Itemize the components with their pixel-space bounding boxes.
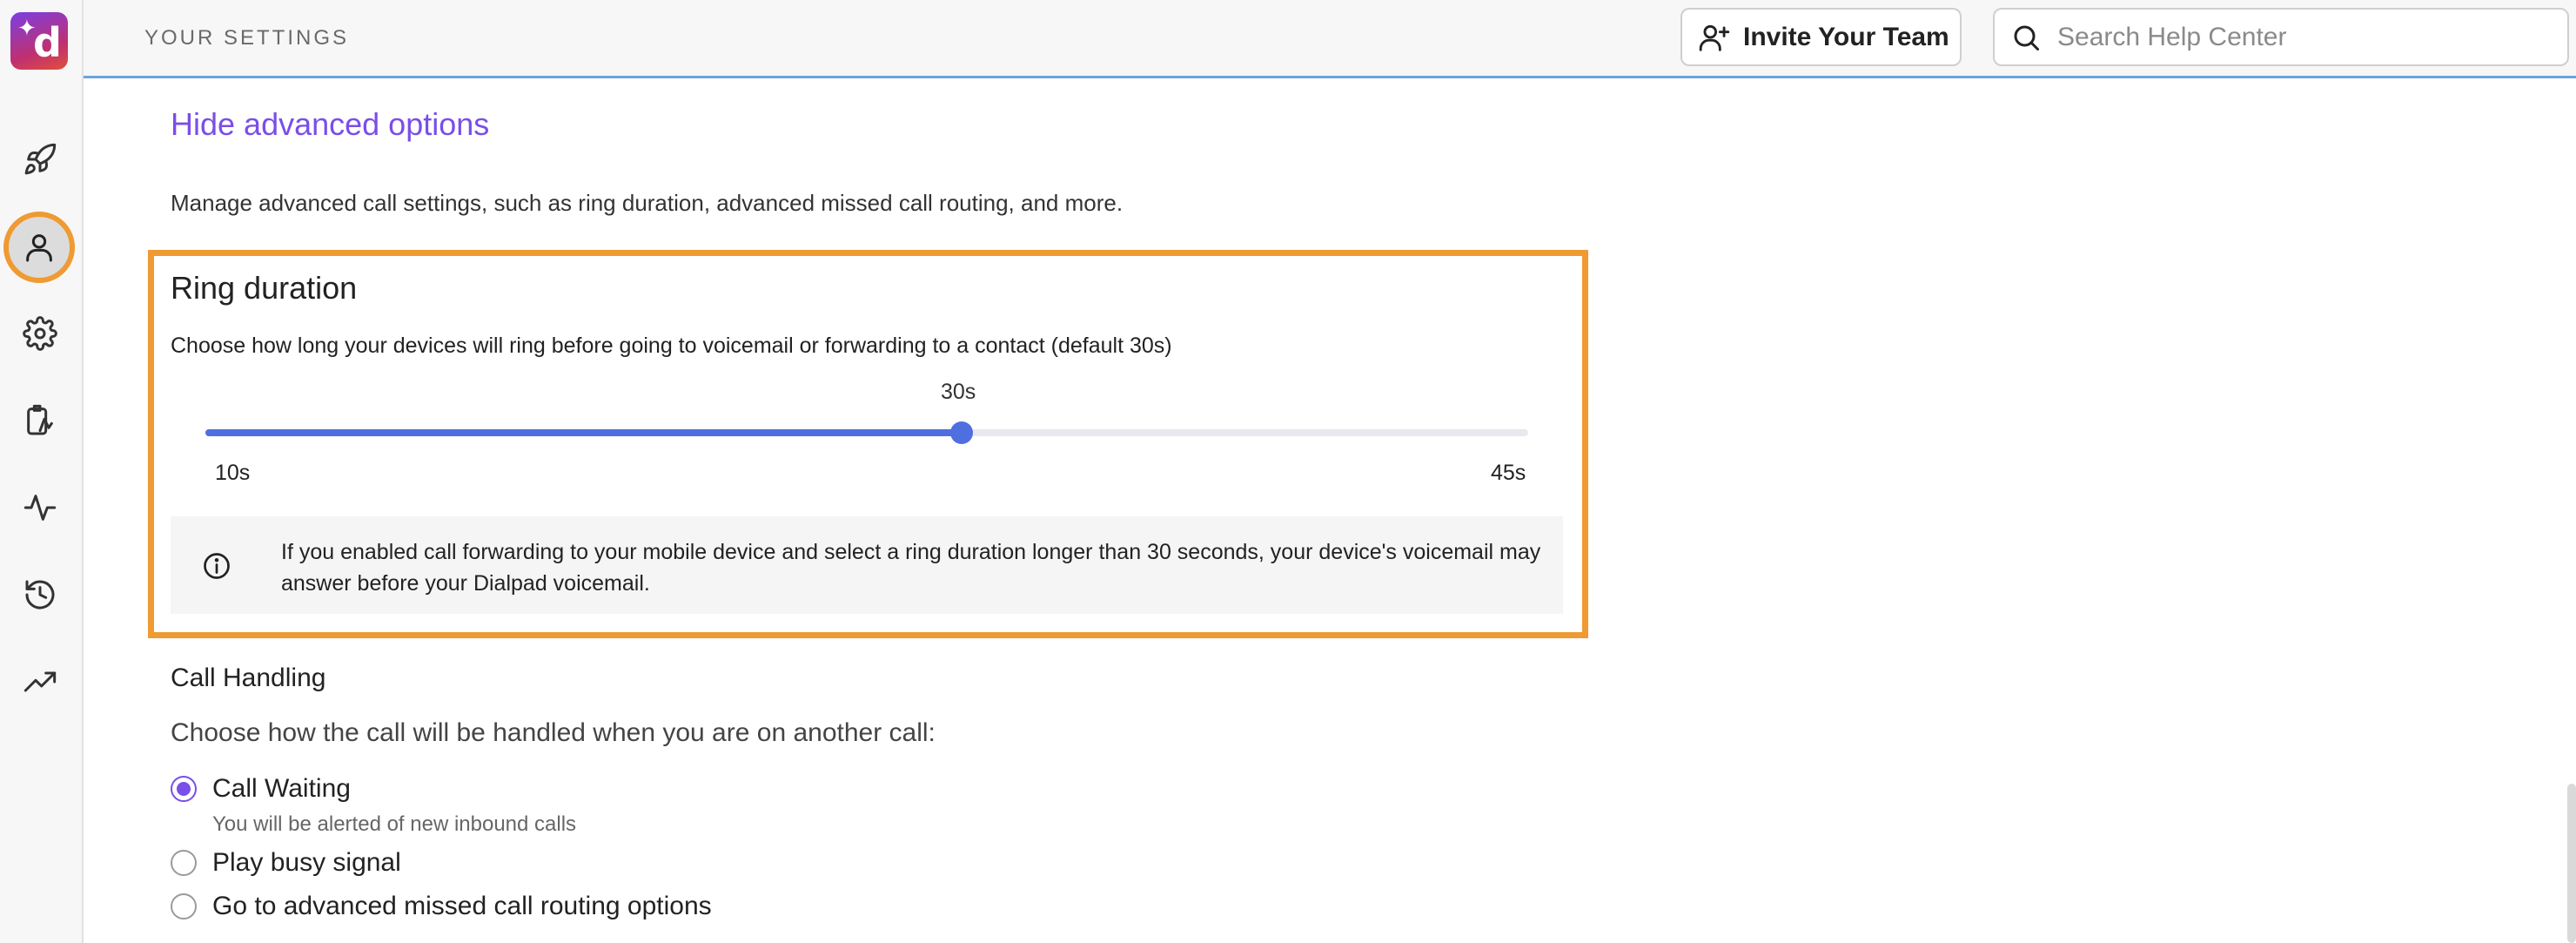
advanced-options-description: Manage advanced call settings, such as r… (171, 190, 1124, 216)
call-handling-description: Choose how the call will be handled when… (171, 718, 936, 747)
slider-max-label: 45s (1491, 461, 1526, 485)
invite-team-label: Invite Your Team (1743, 22, 1949, 51)
sidebar: ✦ d (0, 0, 84, 943)
advanced-missed-call-routing-radio[interactable] (171, 893, 197, 919)
dialpad-logo-icon[interactable]: ✦ d (10, 12, 68, 70)
clipboard-icon[interactable] (17, 398, 63, 443)
history-icon[interactable] (17, 572, 63, 617)
play-busy-signal-label[interactable]: Play busy signal (212, 848, 401, 878)
slider-min-label: 10s (215, 461, 251, 485)
hide-advanced-options-link[interactable]: Hide advanced options (171, 106, 489, 143)
user-icon[interactable] (3, 212, 75, 283)
header-bar: YOUR SETTINGS Invite Your Team (84, 0, 2576, 78)
play-busy-signal-radio[interactable] (171, 850, 197, 876)
ring-duration-slider[interactable] (205, 421, 1528, 444)
scrollbar[interactable] (2567, 784, 2576, 943)
call-waiting-label[interactable]: Call Waiting (212, 774, 351, 804)
ring-duration-notice: If you enabled call forwarding to your m… (171, 516, 1563, 614)
ring-duration-title: Ring duration (171, 270, 358, 306)
search-input[interactable] (2057, 22, 2545, 52)
call-handling-title: Call Handling (171, 663, 326, 692)
activity-icon[interactable] (17, 485, 63, 530)
slider-fill (205, 429, 962, 436)
ring-duration-value: 30s (941, 380, 976, 404)
call-waiting-sublabel: You will be alerted of new inbound calls (212, 812, 577, 836)
page-title: YOUR SETTINGS (144, 26, 350, 50)
rocket-icon[interactable] (17, 137, 63, 182)
notice-text: If you enabled call forwarding to your m… (281, 540, 1541, 596)
invite-team-button[interactable]: Invite Your Team (1680, 8, 1962, 66)
ring-duration-description: Choose how long your devices will ring b… (171, 333, 1172, 358)
add-user-icon (1699, 24, 1730, 51)
gear-icon[interactable] (17, 311, 63, 356)
advanced-missed-call-routing-label[interactable]: Go to advanced missed call routing optio… (212, 892, 712, 921)
search-box[interactable] (1993, 8, 2569, 66)
trending-up-icon[interactable] (17, 659, 63, 704)
call-waiting-radio[interactable] (171, 776, 197, 802)
info-icon (204, 553, 230, 579)
search-icon (2014, 25, 2039, 51)
slider-thumb[interactable] (949, 421, 973, 444)
